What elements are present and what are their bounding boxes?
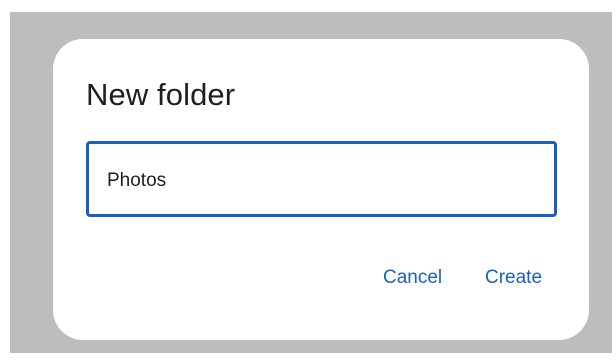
folder-name-input[interactable]: Photos (86, 141, 557, 217)
folder-name-value[interactable]: Photos (107, 170, 166, 192)
dialog-title: New folder (86, 77, 236, 112)
cancel-button[interactable]: Cancel (383, 267, 442, 289)
create-button[interactable]: Create (485, 267, 542, 289)
new-folder-dialog: New folder Photos Cancel Create (53, 39, 589, 340)
